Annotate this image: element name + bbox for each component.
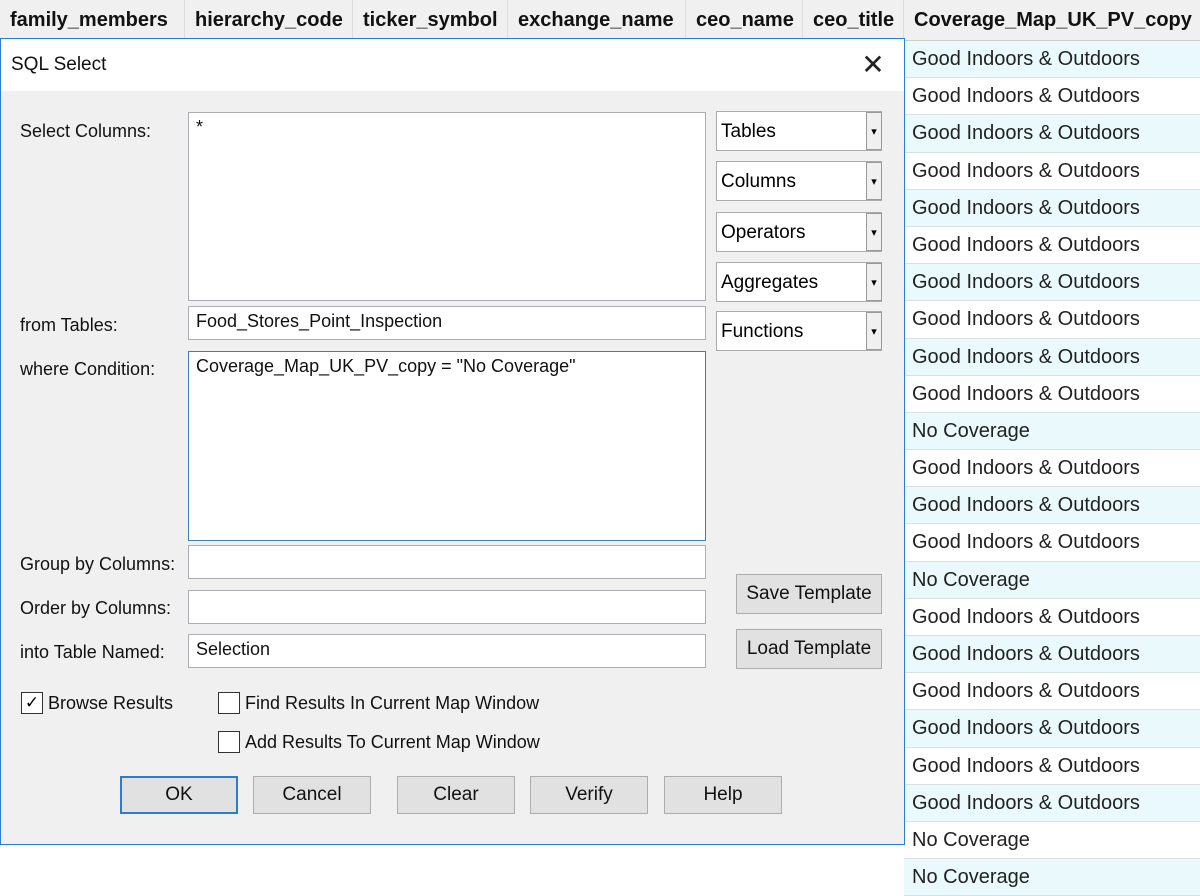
help-button[interactable]: Help [664,776,782,814]
dropdown-arrow-icon[interactable]: ▾ [866,213,882,251]
aggregates-dropdown[interactable]: Aggregates ▾ [716,262,882,302]
table-cell[interactable]: Good Indoors & Outdoors [904,710,1200,748]
group-by-input[interactable] [188,545,706,579]
coverage-column-cells: Good Indoors & Outdoors Good Indoors & Ou… [904,41,1200,896]
column-header[interactable]: ceo_name [686,0,803,41]
table-cell[interactable]: Good Indoors & Outdoors [904,115,1200,153]
into-table-input[interactable]: Selection [188,634,706,668]
from-tables-input[interactable]: Food_Stores_Point_Inspection [188,306,706,340]
table-cell[interactable]: Good Indoors & Outdoors [904,784,1200,822]
table-cell[interactable]: Good Indoors & Outdoors [904,636,1200,674]
table-cell[interactable]: Good Indoors & Outdoors [904,598,1200,636]
from-tables-label: from Tables: [20,315,118,335]
find-results-checkbox[interactable] [218,692,240,714]
add-results-label: Add Results To Current Map Window [245,732,540,752]
columns-dropdown[interactable]: Columns ▾ [716,161,882,201]
save-template-button[interactable]: Save Template [736,574,882,614]
dropdown-arrow-icon[interactable]: ▾ [866,263,882,301]
dialog-titlebar: SQL Select ✕ [1,39,904,91]
select-columns-label: Select Columns: [20,121,152,141]
table-cell[interactable]: No Coverage [904,561,1200,599]
group-by-label: Group by Columns: [20,554,176,574]
select-columns-input[interactable]: * [188,112,706,301]
dropdown-label: Columns [721,171,796,192]
column-header[interactable]: exchange_name [508,0,686,41]
dropdown-arrow-icon[interactable]: ▾ [866,162,882,200]
dialog-title: SQL Select [11,54,107,75]
column-header[interactable]: hierarchy_code [185,0,353,41]
table-cell[interactable]: Good Indoors & Outdoors [904,450,1200,488]
browse-results-checkbox[interactable]: ✓ [21,692,43,714]
browse-results-label: Browse Results [48,693,174,713]
table-cell[interactable]: Good Indoors & Outdoors [904,264,1200,302]
table-cell[interactable]: Good Indoors & Outdoors [904,524,1200,562]
dropdown-label: Tables [721,121,776,142]
table-cell[interactable]: Good Indoors & Outdoors [904,41,1200,79]
dropdown-arrow-icon[interactable]: ▾ [866,112,882,150]
table-cell[interactable]: Good Indoors & Outdoors [904,78,1200,116]
sql-select-dialog: SQL Select ✕ Select Columns: * from Tabl… [0,38,905,845]
operators-dropdown[interactable]: Operators ▾ [716,212,882,252]
column-header[interactable]: family_members [0,0,185,41]
table-cell[interactable]: No Coverage [904,859,1200,896]
table-cell[interactable]: Good Indoors & Outdoors [904,487,1200,525]
column-header[interactable]: ceo_title [803,0,904,41]
dropdown-label: Aggregates [721,272,819,293]
order-by-input[interactable] [188,590,706,624]
functions-dropdown[interactable]: Functions ▾ [716,311,882,351]
cancel-button[interactable]: Cancel [253,776,371,814]
verify-button[interactable]: Verify [530,776,648,814]
table-header: family_members hierarchy_code ticker_sym… [0,0,1200,41]
table-cell[interactable]: Good Indoors & Outdoors [904,189,1200,227]
dropdown-label: Functions [721,321,804,342]
where-condition-label: where Condition: [20,359,156,379]
table-cell[interactable]: Good Indoors & Outdoors [904,747,1200,785]
add-results-checkbox[interactable] [218,731,240,753]
find-results-label: Find Results In Current Map Window [245,693,540,713]
column-header[interactable]: Coverage_Map_UK_PV_copy [904,0,1200,41]
table-cell[interactable]: Good Indoors & Outdoors [904,152,1200,190]
table-cell[interactable]: No Coverage [904,821,1200,860]
dropdown-arrow-icon[interactable]: ▾ [866,312,882,350]
table-cell[interactable]: Good Indoors & Outdoors [904,226,1200,265]
load-template-button[interactable]: Load Template [736,629,882,669]
close-icon[interactable]: ✕ [853,47,893,83]
order-by-label: Order by Columns: [20,598,172,618]
table-cell[interactable]: No Coverage [904,412,1200,451]
table-cell[interactable]: Good Indoors & Outdoors [904,338,1200,376]
clear-button[interactable]: Clear [397,776,515,814]
ok-button[interactable]: OK [120,776,238,814]
table-cell[interactable]: Good Indoors & Outdoors [904,673,1200,711]
dropdown-label: Operators [721,222,806,243]
into-table-label: into Table Named: [20,642,165,662]
column-header[interactable]: ticker_symbol [353,0,508,41]
where-condition-input[interactable]: Coverage_Map_UK_PV_copy = "No Coverage" [188,351,706,541]
table-cell[interactable]: Good Indoors & Outdoors [904,301,1200,339]
tables-dropdown[interactable]: Tables ▾ [716,111,882,151]
table-cell[interactable]: Good Indoors & Outdoors [904,375,1200,413]
